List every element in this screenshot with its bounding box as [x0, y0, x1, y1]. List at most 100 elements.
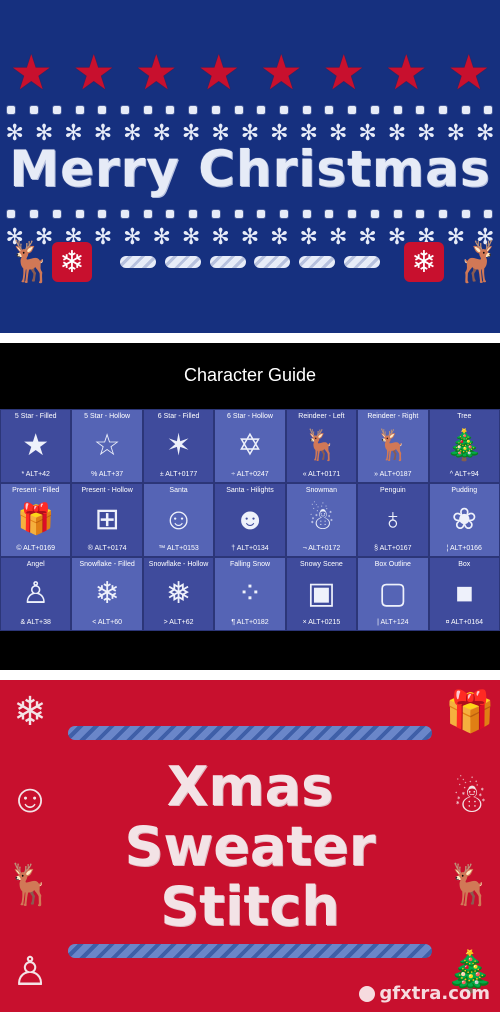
- stitch-dot: [211, 210, 220, 218]
- glyph-cell: Present - Hollow ⊞ ® ALT+0174: [71, 483, 143, 557]
- stitch-dot: [234, 106, 243, 114]
- glyph-keycode: * ALT+42: [21, 471, 50, 478]
- glyph-name: Snowy Scene: [300, 561, 343, 568]
- glyph-name: Santa - Hilights: [226, 487, 274, 494]
- star-icon: ★: [322, 47, 366, 100]
- glyph-cell: Snowflake - Hollow ❅ > ALT+62: [142, 557, 215, 631]
- glyph-keycode: ÷ ALT+0247: [231, 471, 269, 478]
- glyph-name: 6 Star - Hollow: [227, 413, 273, 420]
- glyph-name: Angel: [26, 561, 45, 568]
- stitch-dot: [52, 106, 61, 114]
- stitch-dot: [279, 106, 288, 114]
- left-decor-icon: ☺: [9, 776, 51, 821]
- glyph-cell: 5 Star - Filled ★ * ALT+42: [0, 409, 72, 483]
- glyph-icon: ☃: [307, 503, 335, 536]
- glyph-name: Penguin: [380, 487, 406, 494]
- stitch-dot: [348, 210, 357, 218]
- stitch-dot: [325, 210, 334, 218]
- left-decor-icon: ♙: [12, 949, 48, 994]
- glyph-icon: ✡: [237, 429, 263, 462]
- dot-row-3: [0, 210, 500, 218]
- left-snowflake-badge-icon: ❄: [52, 242, 92, 282]
- glyph-name: Pudding: [451, 487, 478, 494]
- stitch-dot: [439, 210, 448, 218]
- glyph-keycode: ® ALT+0174: [87, 545, 127, 552]
- glyph-icon: ✶: [165, 429, 192, 462]
- watermark-logo-icon: [359, 986, 376, 1002]
- stitch-dot: [166, 210, 175, 218]
- left-decor-icon: ❄: [13, 690, 47, 734]
- stitch-dot: [189, 106, 198, 114]
- stitch-dot: [120, 210, 129, 218]
- star-icon: ★: [197, 47, 241, 100]
- glyph-cell: Falling Snow ⁘ ¶ ALT+0182: [214, 557, 286, 631]
- glyph-name: Box: [458, 561, 471, 568]
- glyph-cell: Angel ♙ & ALT+38: [0, 557, 72, 631]
- glyph-cell: Box ■ ¤ ALT+0164: [428, 557, 500, 631]
- glyph-cell: Santa - Hilights ☻ † ALT+0134: [214, 483, 286, 557]
- separator: [0, 333, 500, 343]
- glyph-icon: ▢: [378, 577, 408, 610]
- glyph-cell: 5 Star - Hollow ☆ % ALT+37: [71, 409, 143, 483]
- title-line-3: Stitch: [160, 875, 340, 938]
- wave-segment: [164, 256, 201, 268]
- glyph-name: Reindeer - Right: [367, 413, 419, 420]
- glyph-keycode: | ALT+124: [377, 619, 409, 626]
- stitch-dot: [52, 210, 61, 218]
- glyph-name: Snowflake - Filled: [79, 561, 135, 568]
- stitch-dot: [484, 106, 493, 114]
- stitch-dot: [416, 210, 425, 218]
- title-line-2: Sweater: [124, 815, 376, 878]
- stitch-dot: [257, 106, 266, 114]
- stitch-dot: [189, 210, 198, 218]
- glyph-icon: 🎄: [445, 429, 483, 462]
- stitch-dot: [143, 106, 152, 114]
- stitch-dot: [279, 210, 288, 218]
- right-icon-column: 🎁 ☃ 🦌 🎄: [440, 692, 500, 992]
- guide-title: Character Guide: [183, 365, 317, 385]
- snowflake-icon: ✻: [181, 224, 201, 249]
- glyph-icon: ❄: [94, 577, 120, 610]
- right-decor-icon: 🦌: [445, 863, 495, 908]
- glyph-cell: Present - Filled 🎁 © ALT+0169: [0, 483, 72, 557]
- glyph-icon: ★: [22, 429, 50, 462]
- left-reindeer-icon: 🦌: [6, 240, 56, 284]
- glyph-keycode: ¬ ALT+0172: [302, 545, 341, 552]
- glyph-keycode: % ALT+37: [91, 471, 124, 478]
- stitch-dot: [234, 210, 243, 218]
- character-grid: 5 Star - Filled ★ * ALT+42 5 Star - Hollow ☆…: [0, 409, 500, 631]
- stitch-dot: [75, 106, 84, 114]
- glyph-name: Snowman: [305, 487, 337, 494]
- glyph-cell: Santa ☺ ™ ALT+0153: [142, 483, 215, 557]
- merry-christmas-banner: ★ ★ ★ ★ ★ ★ ★ ★ ✻ ✻ ✻ ✻ ✻ ✻ ✻ ✻ ✻ ✻ ✻ ✻ ✻ ✻ ✻ ✻ ✻ Merry Christm…: [0, 0, 500, 333]
- glyph-keycode: ^ ALT+94: [449, 471, 479, 478]
- snowflake-icon: ✻: [387, 224, 407, 249]
- right-decor-icon: 🎁: [445, 690, 495, 734]
- glyph-name: Falling Snow: [229, 561, 271, 568]
- glyph-icon: ■: [455, 577, 474, 610]
- glyph-name: Present - Filled: [12, 487, 60, 494]
- star-icon: ★: [134, 47, 178, 100]
- glyph-keycode: » ALT+0187: [374, 471, 412, 478]
- star-icon: ★: [9, 47, 53, 100]
- stitch-dot: [416, 106, 425, 114]
- stitch-dot: [348, 106, 357, 114]
- glyph-icon: ⊞: [94, 503, 120, 536]
- glyph-cell: Snowy Scene ▣ × ALT+0215: [285, 557, 358, 631]
- stitch-dot: [370, 106, 379, 114]
- glyph-keycode: © ALT+0169: [16, 545, 56, 552]
- glyph-icon: ☻: [234, 503, 266, 536]
- glyph-icon: ❀: [451, 503, 477, 536]
- glyph-name: 6 Star - Filled: [157, 413, 200, 420]
- wave-segment: [343, 256, 380, 268]
- stitch-dot: [166, 106, 175, 114]
- glyph-name: 5 Star - Filled: [14, 413, 57, 420]
- glyph-icon: ⁘: [237, 577, 263, 610]
- stitch-dot: [257, 210, 266, 218]
- stitch-dot: [439, 106, 448, 114]
- glyph-name: Snowflake - Hollow: [148, 561, 209, 568]
- wave-segment: [120, 256, 156, 268]
- star-icon: ★: [447, 47, 491, 100]
- glyph-name: Reindeer - Left: [298, 413, 345, 420]
- glyph-keycode: ¶ ALT+0182: [231, 619, 269, 626]
